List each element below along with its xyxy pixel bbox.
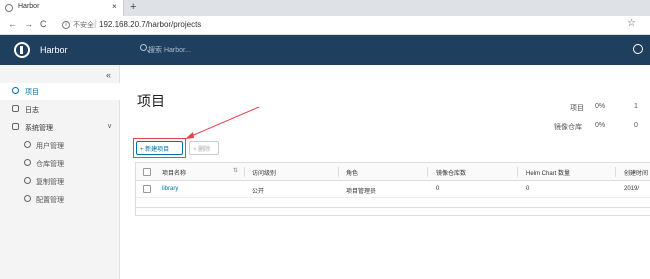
role: 项目管理员	[346, 189, 377, 195]
stat-label: 镜像仓库	[554, 124, 582, 131]
annotation-arrow	[185, 106, 260, 139]
new-tab-button[interactable]: +	[130, 1, 136, 13]
chart-count: 0	[526, 186, 530, 192]
chevron-down-icon[interactable]: ∨	[107, 122, 112, 130]
harbor-favicon-icon	[5, 4, 13, 12]
reload-icon[interactable]: C	[40, 19, 47, 29]
column-header[interactable]: 角色	[346, 168, 358, 177]
replication-icon	[24, 177, 31, 184]
sidebar-item-label: 配置管理	[36, 197, 64, 204]
language-globe-icon[interactable]	[633, 44, 643, 54]
stat-value: 0%	[595, 103, 606, 110]
sidebar-item-replication[interactable]: 复制管理	[0, 173, 120, 190]
harbor-logo-icon[interactable]	[14, 42, 30, 58]
forward-icon[interactable]: →	[24, 19, 33, 29]
logs-icon	[12, 105, 19, 112]
insecure-label: 不安全	[73, 22, 94, 29]
access-level: 公开	[252, 189, 265, 195]
row-checkbox[interactable]	[143, 185, 151, 193]
table-footer	[136, 207, 650, 217]
sidebar-item-label: 仓库管理	[36, 161, 64, 168]
sidebar-item-label: 用户管理	[36, 143, 64, 150]
sidebar-item-admin[interactable]: 系统管理 ∨	[0, 119, 120, 136]
address-separator: |	[94, 18, 97, 28]
column-divider	[338, 167, 339, 177]
column-divider	[615, 167, 616, 177]
collapse-sidebar-icon[interactable]: «	[106, 70, 111, 80]
stat-extra: 1	[634, 103, 638, 110]
brand-name[interactable]: Harbor	[40, 45, 68, 55]
table-row[interactable]: library 公开 项目管理员 0 0 2019/	[136, 181, 650, 198]
browser-window: Harbor × + ← → C i 不安全 | 192.168.20.7/ha…	[0, 0, 650, 279]
projects-icon	[12, 87, 19, 94]
sort-icon[interactable]: ⇅	[233, 167, 238, 174]
column-divider	[244, 167, 245, 177]
search-input[interactable]	[148, 45, 268, 56]
sidebar: « 项目 日志 系统管理 ∨ 用户管理 仓库管理 复制管理 配置管理	[0, 65, 120, 279]
tab-close-icon[interactable]: ×	[112, 2, 117, 11]
stat-extra: 0	[634, 122, 638, 129]
delete-button[interactable]: × 删除	[189, 141, 219, 155]
stat-label: 项目	[570, 105, 584, 112]
tab-title: Harbor	[18, 3, 40, 10]
column-header[interactable]: 访问级别	[252, 168, 276, 177]
app-header: Harbor	[0, 35, 650, 65]
new-project-button[interactable]: + 新建项目	[136, 141, 183, 155]
projects-table: 项目名称 ⇅ 访问级别 角色 镜像仓库数 Helm Chart 数量 创建时间 …	[135, 162, 650, 216]
url-field[interactable]: 192.168.20.7/harbor/projects	[99, 20, 201, 29]
sidebar-item-label: 日志	[25, 107, 39, 114]
info-icon[interactable]: i	[62, 21, 70, 29]
column-header[interactable]: 创建时间	[624, 168, 648, 177]
users-icon	[24, 141, 31, 148]
creation-time: 2019/	[624, 186, 640, 192]
sidebar-item-projects[interactable]: 项目	[0, 83, 120, 100]
sidebar-item-users[interactable]: 用户管理	[0, 137, 120, 154]
sidebar-item-registries[interactable]: 仓库管理	[0, 155, 120, 172]
select-all-checkbox[interactable]	[143, 168, 151, 176]
sidebar-item-logs[interactable]: 日志	[0, 101, 120, 118]
bookmark-star-icon[interactable]: ☆	[627, 18, 636, 29]
main-content: 项目 项目 0% 1 镜像仓库 0% 0 + 新建项目 × 删除 项目名称 ⇅ …	[121, 65, 650, 279]
admin-icon	[12, 123, 19, 130]
project-name-link[interactable]: library	[162, 186, 178, 192]
sidebar-item-config[interactable]: 配置管理	[0, 191, 120, 208]
sidebar-item-label: 复制管理	[36, 179, 64, 186]
address-bar: ← → C i 不安全 | 192.168.20.7/harbor/projec…	[0, 16, 650, 35]
stat-value: 0%	[595, 122, 606, 129]
tab-bar: Harbor × +	[0, 0, 650, 16]
repo-count: 0	[436, 186, 440, 192]
registries-icon	[24, 159, 31, 166]
back-icon[interactable]: ←	[8, 19, 17, 29]
sidebar-item-label: 系统管理	[25, 125, 53, 132]
sidebar-item-label: 项目	[25, 89, 39, 96]
table-header: 项目名称 ⇅ 访问级别 角色 镜像仓库数 Helm Chart 数量 创建时间	[136, 163, 650, 181]
column-header[interactable]: 项目名称	[162, 168, 186, 177]
column-header[interactable]: Helm Chart 数量	[526, 168, 570, 177]
column-header[interactable]: 镜像仓库数	[436, 168, 466, 177]
browser-tab[interactable]: Harbor ×	[0, 0, 124, 16]
column-divider	[517, 167, 518, 177]
column-divider	[427, 167, 428, 177]
page-title: 项目	[137, 93, 165, 109]
search-icon	[140, 44, 147, 51]
config-icon	[24, 195, 31, 202]
